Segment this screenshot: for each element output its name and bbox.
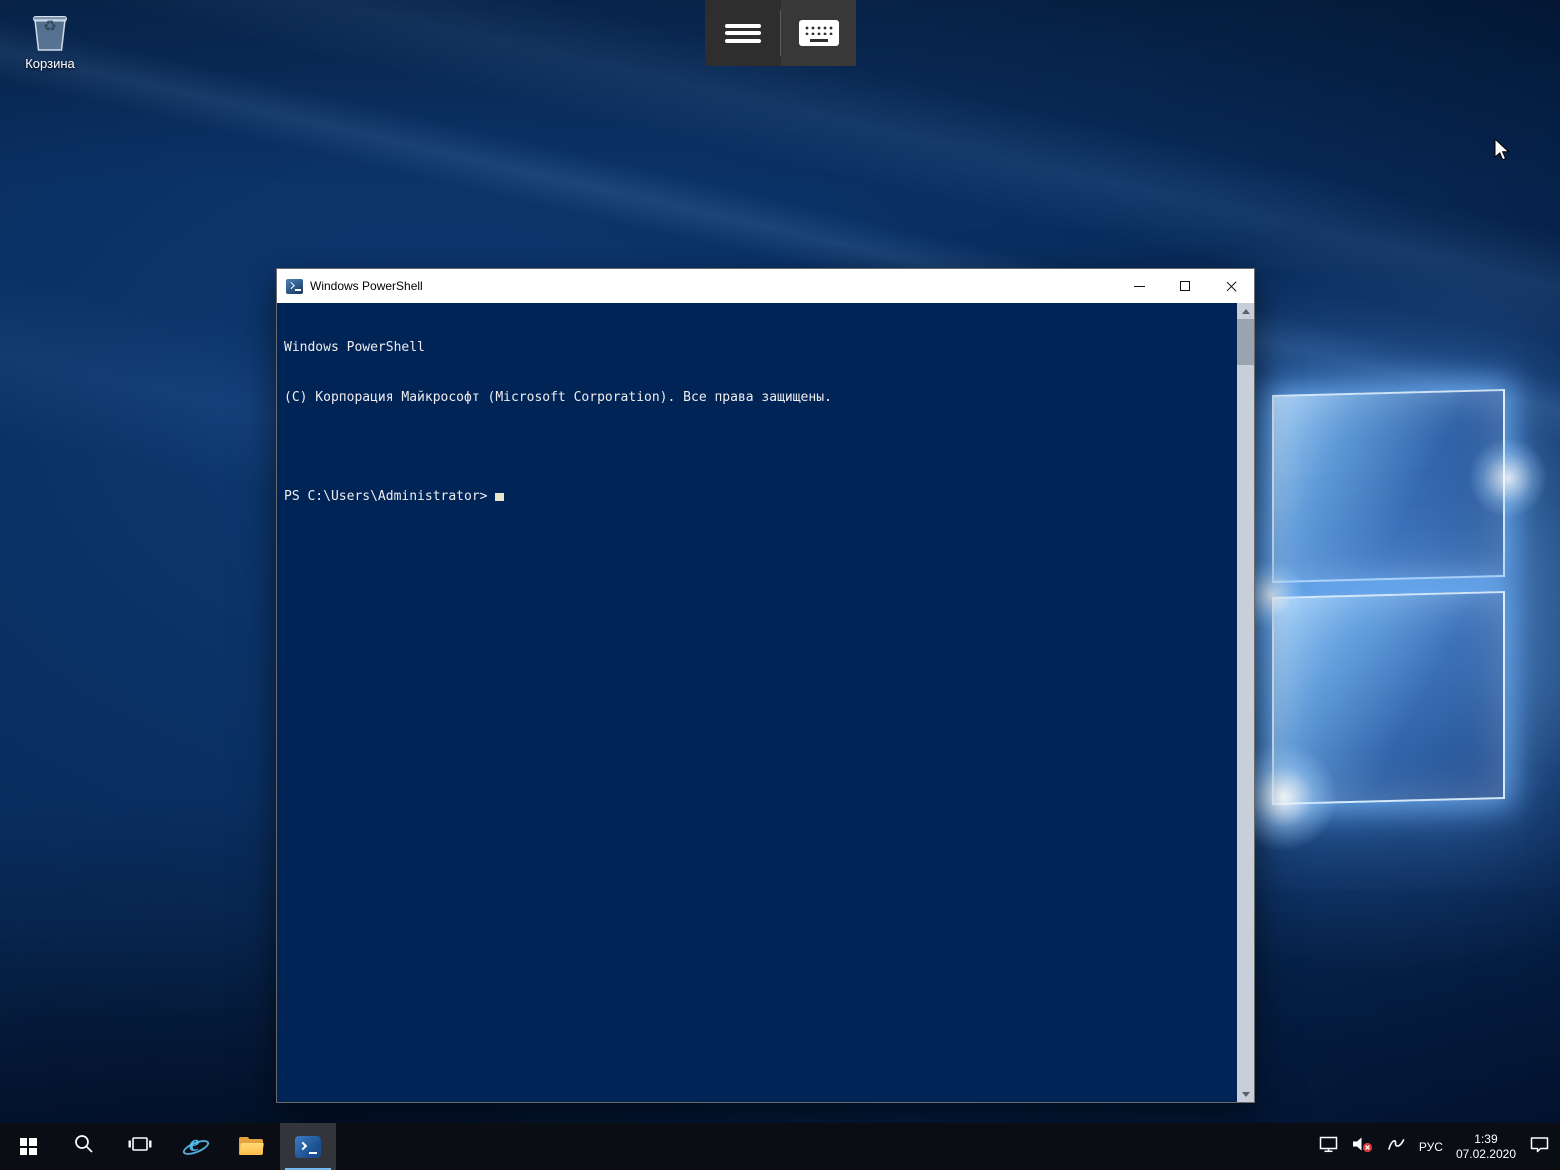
volume-tray-button[interactable] bbox=[1352, 1136, 1374, 1158]
action-center-button[interactable] bbox=[1529, 1136, 1550, 1158]
arrow-up-icon bbox=[1242, 309, 1250, 314]
console-prompt: PS C:\Users\Administrator> bbox=[284, 489, 495, 504]
scrollbar-thumb[interactable] bbox=[1237, 319, 1254, 365]
minimize-button[interactable] bbox=[1116, 269, 1162, 303]
start-button[interactable] bbox=[0, 1123, 56, 1170]
recycle-bin-label: Корзина bbox=[14, 56, 86, 71]
minimize-icon bbox=[1134, 286, 1145, 287]
console-output: Windows PowerShell (C) Корпорация Майкро… bbox=[277, 303, 1237, 1102]
scrollbar-down-button[interactable] bbox=[1237, 1086, 1254, 1102]
console-line: Windows PowerShell bbox=[284, 340, 1237, 357]
keyboard-icon bbox=[799, 20, 839, 46]
file-explorer-icon bbox=[239, 1137, 265, 1157]
language-indicator[interactable]: РУС bbox=[1419, 1140, 1443, 1154]
clock[interactable]: 1:39 07.02.2020 bbox=[1456, 1132, 1516, 1162]
window-controls bbox=[1116, 269, 1254, 303]
display-icon bbox=[1319, 1136, 1339, 1158]
close-button[interactable] bbox=[1208, 269, 1254, 303]
pen-input-tray-button[interactable] bbox=[1387, 1136, 1406, 1157]
mouse-cursor bbox=[1494, 139, 1514, 168]
windows-logo-pane-bottom bbox=[1272, 591, 1505, 805]
windows-logo-pane-top bbox=[1272, 389, 1505, 583]
internet-explorer-icon: e bbox=[183, 1134, 209, 1160]
console-prompt-line: PS C:\Users\Administrator> bbox=[284, 489, 1237, 506]
console-keyboard-button[interactable] bbox=[781, 0, 856, 66]
internet-explorer-button[interactable]: e bbox=[168, 1123, 224, 1170]
windows-start-icon bbox=[20, 1138, 37, 1155]
powershell-icon bbox=[295, 1136, 321, 1158]
console-cursor bbox=[495, 493, 504, 501]
system-tray: РУС 1:39 07.02.2020 bbox=[1319, 1123, 1560, 1170]
action-center-icon bbox=[1529, 1136, 1550, 1158]
task-view-button[interactable] bbox=[112, 1123, 168, 1170]
taskbar: e bbox=[0, 1123, 1560, 1170]
recycle-bin-shortcut[interactable]: ♻ Корзина bbox=[14, 8, 86, 71]
console-line: (C) Корпорация Майкрософт (Microsoft Cor… bbox=[284, 390, 1237, 407]
clock-time: 1:39 bbox=[1456, 1132, 1516, 1147]
recycle-symbol-icon: ♻ bbox=[27, 17, 73, 35]
scrollbar-up-button[interactable] bbox=[1237, 303, 1254, 319]
window-titlebar[interactable]: Windows PowerShell bbox=[277, 269, 1254, 303]
recycle-bin-icon: ♻ bbox=[27, 8, 73, 54]
vertical-scrollbar[interactable] bbox=[1237, 303, 1254, 1102]
display-tray-button[interactable] bbox=[1319, 1136, 1339, 1158]
console-menu-button[interactable] bbox=[705, 0, 780, 66]
console-area[interactable]: Windows PowerShell (C) Корпорация Майкро… bbox=[277, 303, 1254, 1102]
vm-console-toolbar bbox=[705, 0, 856, 66]
window-title: Windows PowerShell bbox=[310, 279, 423, 293]
powershell-window: Windows PowerShell Windows PowerShell (C… bbox=[276, 268, 1255, 1103]
file-explorer-button[interactable] bbox=[224, 1123, 280, 1170]
powershell-taskbar-button[interactable] bbox=[280, 1123, 336, 1170]
desktop: ♻ Корзина Windows PowerShell bbox=[0, 0, 1560, 1170]
scrollbar-track[interactable] bbox=[1237, 365, 1254, 1086]
arrow-down-icon bbox=[1242, 1092, 1250, 1097]
hamburger-menu-icon bbox=[725, 20, 761, 46]
console-blank-line bbox=[284, 439, 1237, 456]
task-view-icon bbox=[128, 1135, 152, 1158]
close-icon bbox=[1225, 280, 1238, 293]
maximize-button[interactable] bbox=[1162, 269, 1208, 303]
maximize-icon bbox=[1180, 281, 1190, 291]
powershell-app-icon bbox=[286, 279, 303, 294]
clock-date: 07.02.2020 bbox=[1456, 1147, 1516, 1162]
pen-input-icon bbox=[1387, 1136, 1406, 1157]
volume-muted-icon bbox=[1352, 1136, 1374, 1158]
search-icon bbox=[73, 1133, 95, 1160]
taskbar-search-button[interactable] bbox=[56, 1123, 112, 1170]
